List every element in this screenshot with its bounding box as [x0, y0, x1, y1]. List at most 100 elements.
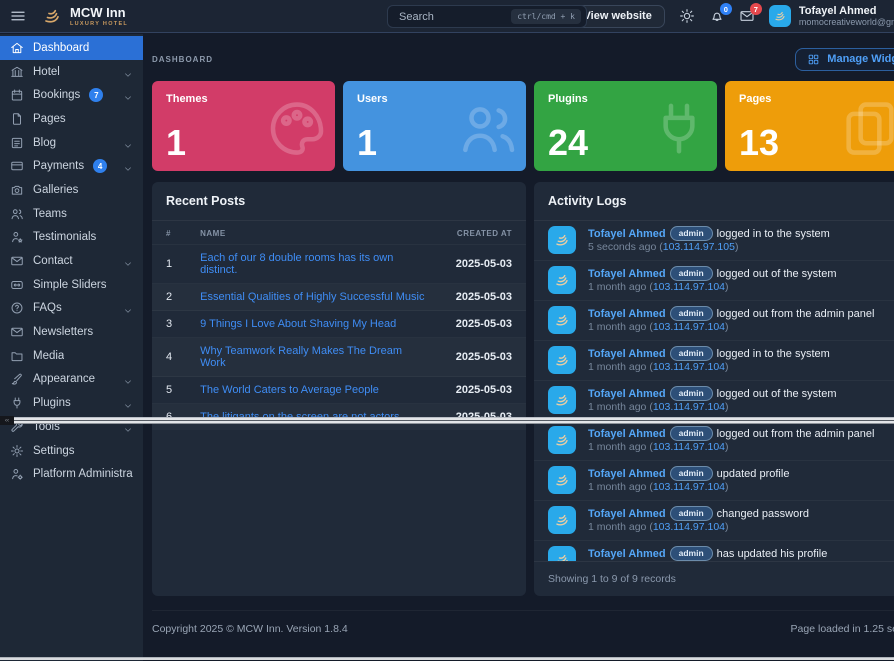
- notifications-button[interactable]: 0: [709, 8, 725, 24]
- activity-avatar: [548, 266, 576, 294]
- messages-button[interactable]: 7: [739, 8, 755, 24]
- activity-time: 1 month ago: [588, 441, 646, 453]
- activity-time: 1 month ago: [588, 321, 646, 333]
- sidebar-item-label: Galleries: [33, 184, 78, 196]
- list-item: Tofayel Ahmed admin has updated his profil…: [534, 541, 894, 562]
- sidebar-item-label: Pages: [33, 113, 66, 125]
- plug-icon: [647, 97, 711, 161]
- count-badge: 4: [93, 159, 107, 173]
- sidebar-item[interactable]: Galleries: [0, 178, 143, 202]
- activity-avatar: [548, 466, 576, 494]
- post-title-link[interactable]: 9 Things I Love About Shaving My Head: [200, 318, 396, 330]
- activity-ip-link[interactable]: 103.114.97.104: [653, 481, 725, 493]
- sidebar-item[interactable]: FAQs: [0, 297, 143, 321]
- sidebar-item[interactable]: Settings: [0, 439, 143, 463]
- manage-widgets-label: Manage Widgets: [827, 53, 894, 65]
- activity-ip-link[interactable]: 103.114.97.104: [653, 401, 725, 413]
- sidebar-item[interactable]: Contact: [0, 249, 143, 273]
- activity-ip-link[interactable]: 103.114.97.104: [653, 281, 725, 293]
- help-circle-icon: [10, 301, 24, 315]
- sidebar-item[interactable]: Newsletters: [0, 320, 143, 344]
- role-badge: admin: [670, 426, 713, 441]
- hamburger-menu-icon[interactable]: [9, 7, 27, 25]
- sidebar-item-label: Dashboard: [33, 42, 89, 54]
- sidebar-item[interactable]: Plugins: [0, 391, 143, 415]
- sidebar-item[interactable]: Pages: [0, 107, 143, 131]
- sidebar-item[interactable]: Teams: [0, 202, 143, 226]
- sidebar-item-label: Platform Administration: [33, 468, 133, 480]
- grid-icon: [807, 53, 820, 66]
- activity-avatar: [548, 426, 576, 454]
- activity-avatar: [548, 546, 576, 561]
- sidebar-item[interactable]: Media: [0, 344, 143, 368]
- post-title-link[interactable]: Why Teamwork Really Makes The Dream Work: [200, 345, 402, 369]
- sidebar-item-label: Payments: [33, 160, 84, 172]
- role-badge: admin: [670, 546, 713, 561]
- user-menu[interactable]: Tofayel Ahmed momocreativeworld@gmail.co…: [769, 5, 894, 28]
- activity-user-link[interactable]: Tofayel Ahmed: [588, 228, 666, 240]
- column-header-created: CREATED AT: [442, 221, 526, 245]
- stat-card[interactable]: Plugins 24: [534, 81, 717, 171]
- search-input[interactable]: [399, 11, 511, 23]
- sidebar-item[interactable]: Dashboard: [0, 36, 143, 60]
- sidebar-item[interactable]: Testimonials: [0, 226, 143, 250]
- mail-icon: [10, 325, 24, 339]
- brand-logo[interactable]: MCW Inn LUXURY HOTEL: [40, 4, 128, 28]
- sidebar-item[interactable]: Bookings 7: [0, 83, 143, 107]
- activity-ip-link[interactable]: 103.114.97.104: [653, 441, 725, 453]
- pages-icon: [838, 97, 894, 161]
- activity-user-link[interactable]: Tofayel Ahmed: [588, 428, 666, 440]
- credit-card-icon: [10, 159, 24, 173]
- activity-user-link[interactable]: Tofayel Ahmed: [588, 508, 666, 520]
- sidebar-item[interactable]: Appearance: [0, 368, 143, 392]
- stat-card[interactable]: Pages 13: [725, 81, 894, 171]
- activity-ip-link[interactable]: 103.114.97.104: [653, 361, 725, 373]
- activity-user-link[interactable]: Tofayel Ahmed: [588, 268, 666, 280]
- column-header-num: #: [152, 221, 186, 245]
- post-number: 3: [152, 311, 186, 338]
- sidebar-item[interactable]: Hotel: [0, 60, 143, 84]
- post-title-link[interactable]: Each of our 8 double rooms has its own d…: [200, 252, 393, 276]
- page-footer: Copyright 2025 © MCW Inn. Version 1.8.4 …: [152, 610, 894, 635]
- activity-user-link[interactable]: Tofayel Ahmed: [588, 308, 666, 320]
- role-badge: admin: [670, 346, 713, 361]
- activity-user-link[interactable]: Tofayel Ahmed: [588, 388, 666, 400]
- activity-action: has updated his profile: [717, 548, 828, 560]
- activity-action: updated profile: [717, 468, 790, 480]
- activity-action: logged in to the system: [717, 348, 830, 360]
- sidebar-item[interactable]: Blog: [0, 131, 143, 155]
- activity-time: 1 month ago: [588, 481, 646, 493]
- activity-action: logged out from the admin panel: [717, 308, 875, 320]
- resize-handle[interactable]: ‹‹: [0, 416, 14, 425]
- activity-action: logged out of the system: [717, 388, 837, 400]
- sidebar-item[interactable]: Platform Administration: [0, 462, 143, 486]
- stat-card[interactable]: Themes 1: [152, 81, 335, 171]
- app-window: MCW Inn LUXURY HOTEL ctrl/cmd + k View w…: [0, 0, 894, 661]
- sidebar-item-label: Teams: [33, 208, 67, 220]
- list-item: Tofayel Ahmedadminlogged in to the syste…: [534, 221, 894, 261]
- activity-ip-link[interactable]: 103.114.97.104: [653, 321, 725, 333]
- activity-ip-link[interactable]: 103.114.97.105: [663, 241, 735, 253]
- role-badge: admin: [670, 466, 713, 481]
- stat-card[interactable]: Users 1: [343, 81, 526, 171]
- sidebar-item[interactable]: Simple Sliders: [0, 273, 143, 297]
- topbar: MCW Inn LUXURY HOTEL ctrl/cmd + k View w…: [0, 0, 894, 33]
- post-number: 4: [152, 338, 186, 377]
- camera-icon: [10, 183, 24, 197]
- list-item: Tofayel Ahmedadminlogged out of the syst…: [534, 381, 894, 421]
- activity-user-link[interactable]: Tofayel Ahmed: [588, 548, 666, 560]
- sidebar-item-label: Plugins: [33, 397, 71, 409]
- post-title-link[interactable]: Essential Qualities of Highly Successful…: [200, 291, 424, 303]
- manage-widgets-button[interactable]: Manage Widgets: [795, 48, 894, 71]
- activity-user-link[interactable]: Tofayel Ahmed: [588, 348, 666, 360]
- activity-user-link[interactable]: Tofayel Ahmed: [588, 468, 666, 480]
- chevron-down-icon: [123, 138, 133, 148]
- activity-ip-link[interactable]: 103.114.97.104: [653, 521, 725, 533]
- breadcrumb: DASHBOARD: [152, 55, 213, 64]
- theme-toggle-button[interactable]: [679, 8, 695, 24]
- post-title-link[interactable]: The World Caters to Average People: [200, 384, 379, 396]
- sidebar-item-label: Newsletters: [33, 326, 93, 338]
- messages-count-badge: 7: [750, 3, 762, 15]
- sidebar-item[interactable]: Payments 4: [0, 154, 143, 178]
- mail-icon: [10, 254, 24, 268]
